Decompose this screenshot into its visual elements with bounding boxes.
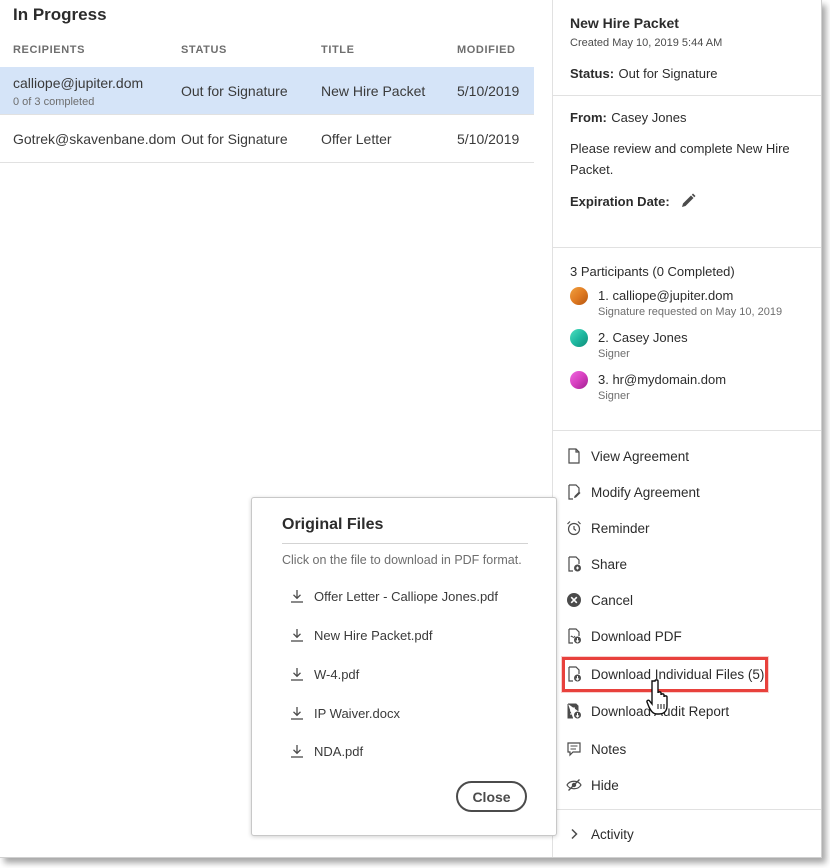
row-modified: 5/10/2019 — [457, 83, 520, 99]
file-download-link[interactable]: New Hire Packet.pdf — [290, 625, 433, 645]
pencil-icon[interactable] — [680, 193, 696, 209]
alarm-clock-icon — [565, 519, 583, 537]
row-status: Out for Signature — [181, 131, 288, 147]
dialog-divider — [282, 543, 528, 544]
row-modified: 5/10/2019 — [457, 131, 520, 147]
audit-report-icon — [565, 702, 583, 720]
file-name: Offer Letter - Calliope Jones.pdf — [314, 588, 499, 604]
divider — [553, 95, 821, 96]
modify-agreement-action[interactable]: Modify Agreement — [565, 480, 700, 504]
participant-role: Signature requested on May 10, 2019 — [598, 306, 783, 318]
activity-label: Activity — [591, 826, 634, 842]
from-line: From: Casey Jones — [570, 109, 686, 127]
action-label: View Agreement — [591, 448, 690, 464]
file-name: NDA.pdf — [314, 743, 364, 759]
view-agreement-action[interactable]: View Agreement — [565, 444, 689, 468]
download-icon — [291, 745, 303, 758]
notes-action[interactable]: Notes — [565, 737, 626, 761]
action-label: Cancel — [591, 592, 634, 608]
hide-eye-icon — [565, 776, 583, 794]
divider — [553, 247, 821, 248]
participant-name: 3. hr@mydomain.dom — [598, 372, 727, 387]
column-header-status[interactable]: STATUS — [181, 44, 227, 56]
action-label: Hide — [591, 777, 619, 793]
status-value: Out for Signature — [618, 66, 718, 81]
download-icon — [291, 668, 303, 681]
download-icon — [291, 590, 303, 603]
reminder-action[interactable]: Reminder — [565, 516, 650, 540]
agreement-detail-panel: New Hire Packet Created May 10, 2019 5:4… — [552, 0, 821, 857]
action-label: Reminder — [591, 520, 650, 536]
message-text: Please review and complete New Hire Pack… — [570, 141, 790, 177]
share-document-icon — [565, 555, 583, 573]
table-row-selected[interactable]: calliope@jupiter.dom 0 of 3 completed Ou… — [0, 67, 534, 115]
participant-role: Signer — [598, 348, 630, 360]
participant-name: 2. Casey Jones — [598, 330, 688, 345]
table-row[interactable]: Gotrek@skavenbane.dom Out for Signature … — [0, 115, 534, 163]
file-download-link[interactable]: W-4.pdf — [290, 664, 359, 684]
participants-header: 3 Participants (0 Completed) — [570, 264, 735, 279]
created-date: Created May 10, 2019 5:44 AM — [570, 37, 723, 49]
participant-name: 1. calliope@jupiter.dom — [598, 288, 734, 303]
status-label: Status: — [570, 66, 615, 81]
file-name: IP Waiver.docx — [314, 705, 400, 721]
action-label: Notes — [591, 741, 627, 757]
row-title: Offer Letter — [321, 131, 392, 147]
row-progress: 0 of 3 completed — [13, 96, 95, 108]
pdf-download-icon — [565, 627, 583, 645]
file-name: New Hire Packet.pdf — [314, 627, 433, 643]
status-line: Status: Out for Signature — [570, 65, 718, 83]
participant-role: Signer — [598, 390, 630, 402]
file-download-link[interactable]: Offer Letter - Calliope Jones.pdf — [290, 586, 498, 606]
edit-document-icon — [565, 483, 583, 501]
divider — [553, 430, 821, 431]
row-status: Out for Signature — [181, 83, 288, 99]
row-recipient: calliope@jupiter.dom — [13, 75, 144, 91]
dialog-description: Click on the file to download in PDF for… — [282, 553, 522, 567]
document-icon — [565, 447, 583, 465]
expiration-line: Expiration Date: — [570, 193, 696, 209]
cancel-action[interactable]: Cancel — [565, 588, 633, 612]
cancel-circle-icon — [565, 591, 583, 609]
hide-action[interactable]: Hide — [565, 773, 619, 797]
download-icon — [291, 707, 303, 720]
document-name: New Hire Packet — [570, 15, 679, 31]
column-header-recipients[interactable]: RECIPIENTS — [13, 44, 85, 56]
dialog-title: Original Files — [282, 516, 384, 533]
avatar — [570, 371, 588, 389]
expiration-label: Expiration Date: — [570, 193, 670, 209]
from-value: Casey Jones — [611, 110, 687, 125]
hand-pointer-cursor-icon — [646, 679, 668, 715]
notes-icon — [565, 740, 583, 758]
share-action[interactable]: Share — [565, 552, 627, 576]
action-label: Modify Agreement — [591, 484, 700, 500]
activity-toggle[interactable]: Activity — [565, 822, 634, 846]
file-download-link[interactable]: IP Waiver.docx — [290, 703, 400, 723]
avatar — [570, 329, 588, 347]
list-title: In Progress — [13, 5, 107, 24]
download-pdf-action[interactable]: Download PDF — [565, 624, 682, 648]
file-name: W-4.pdf — [314, 666, 360, 682]
action-label: Download PDF — [591, 628, 682, 644]
column-header-title[interactable]: TITLE — [321, 44, 355, 56]
divider — [553, 809, 821, 810]
app-frame: In Progress RECIPIENTS STATUS TITLE MODI… — [0, 0, 822, 858]
row-recipient: Gotrek@skavenbane.dom — [13, 131, 176, 147]
file-download-link[interactable]: NDA.pdf — [290, 741, 363, 761]
row-title: New Hire Packet — [321, 83, 426, 99]
close-button[interactable]: Close — [456, 781, 527, 812]
chevron-right-icon — [565, 825, 583, 843]
download-icon — [291, 629, 303, 642]
action-label: Share — [591, 556, 628, 572]
column-header-modified[interactable]: MODIFIED — [457, 44, 516, 56]
from-label: From: — [570, 110, 607, 125]
original-files-dialog: Original Files Click on the file to down… — [251, 497, 557, 836]
avatar — [570, 287, 588, 305]
